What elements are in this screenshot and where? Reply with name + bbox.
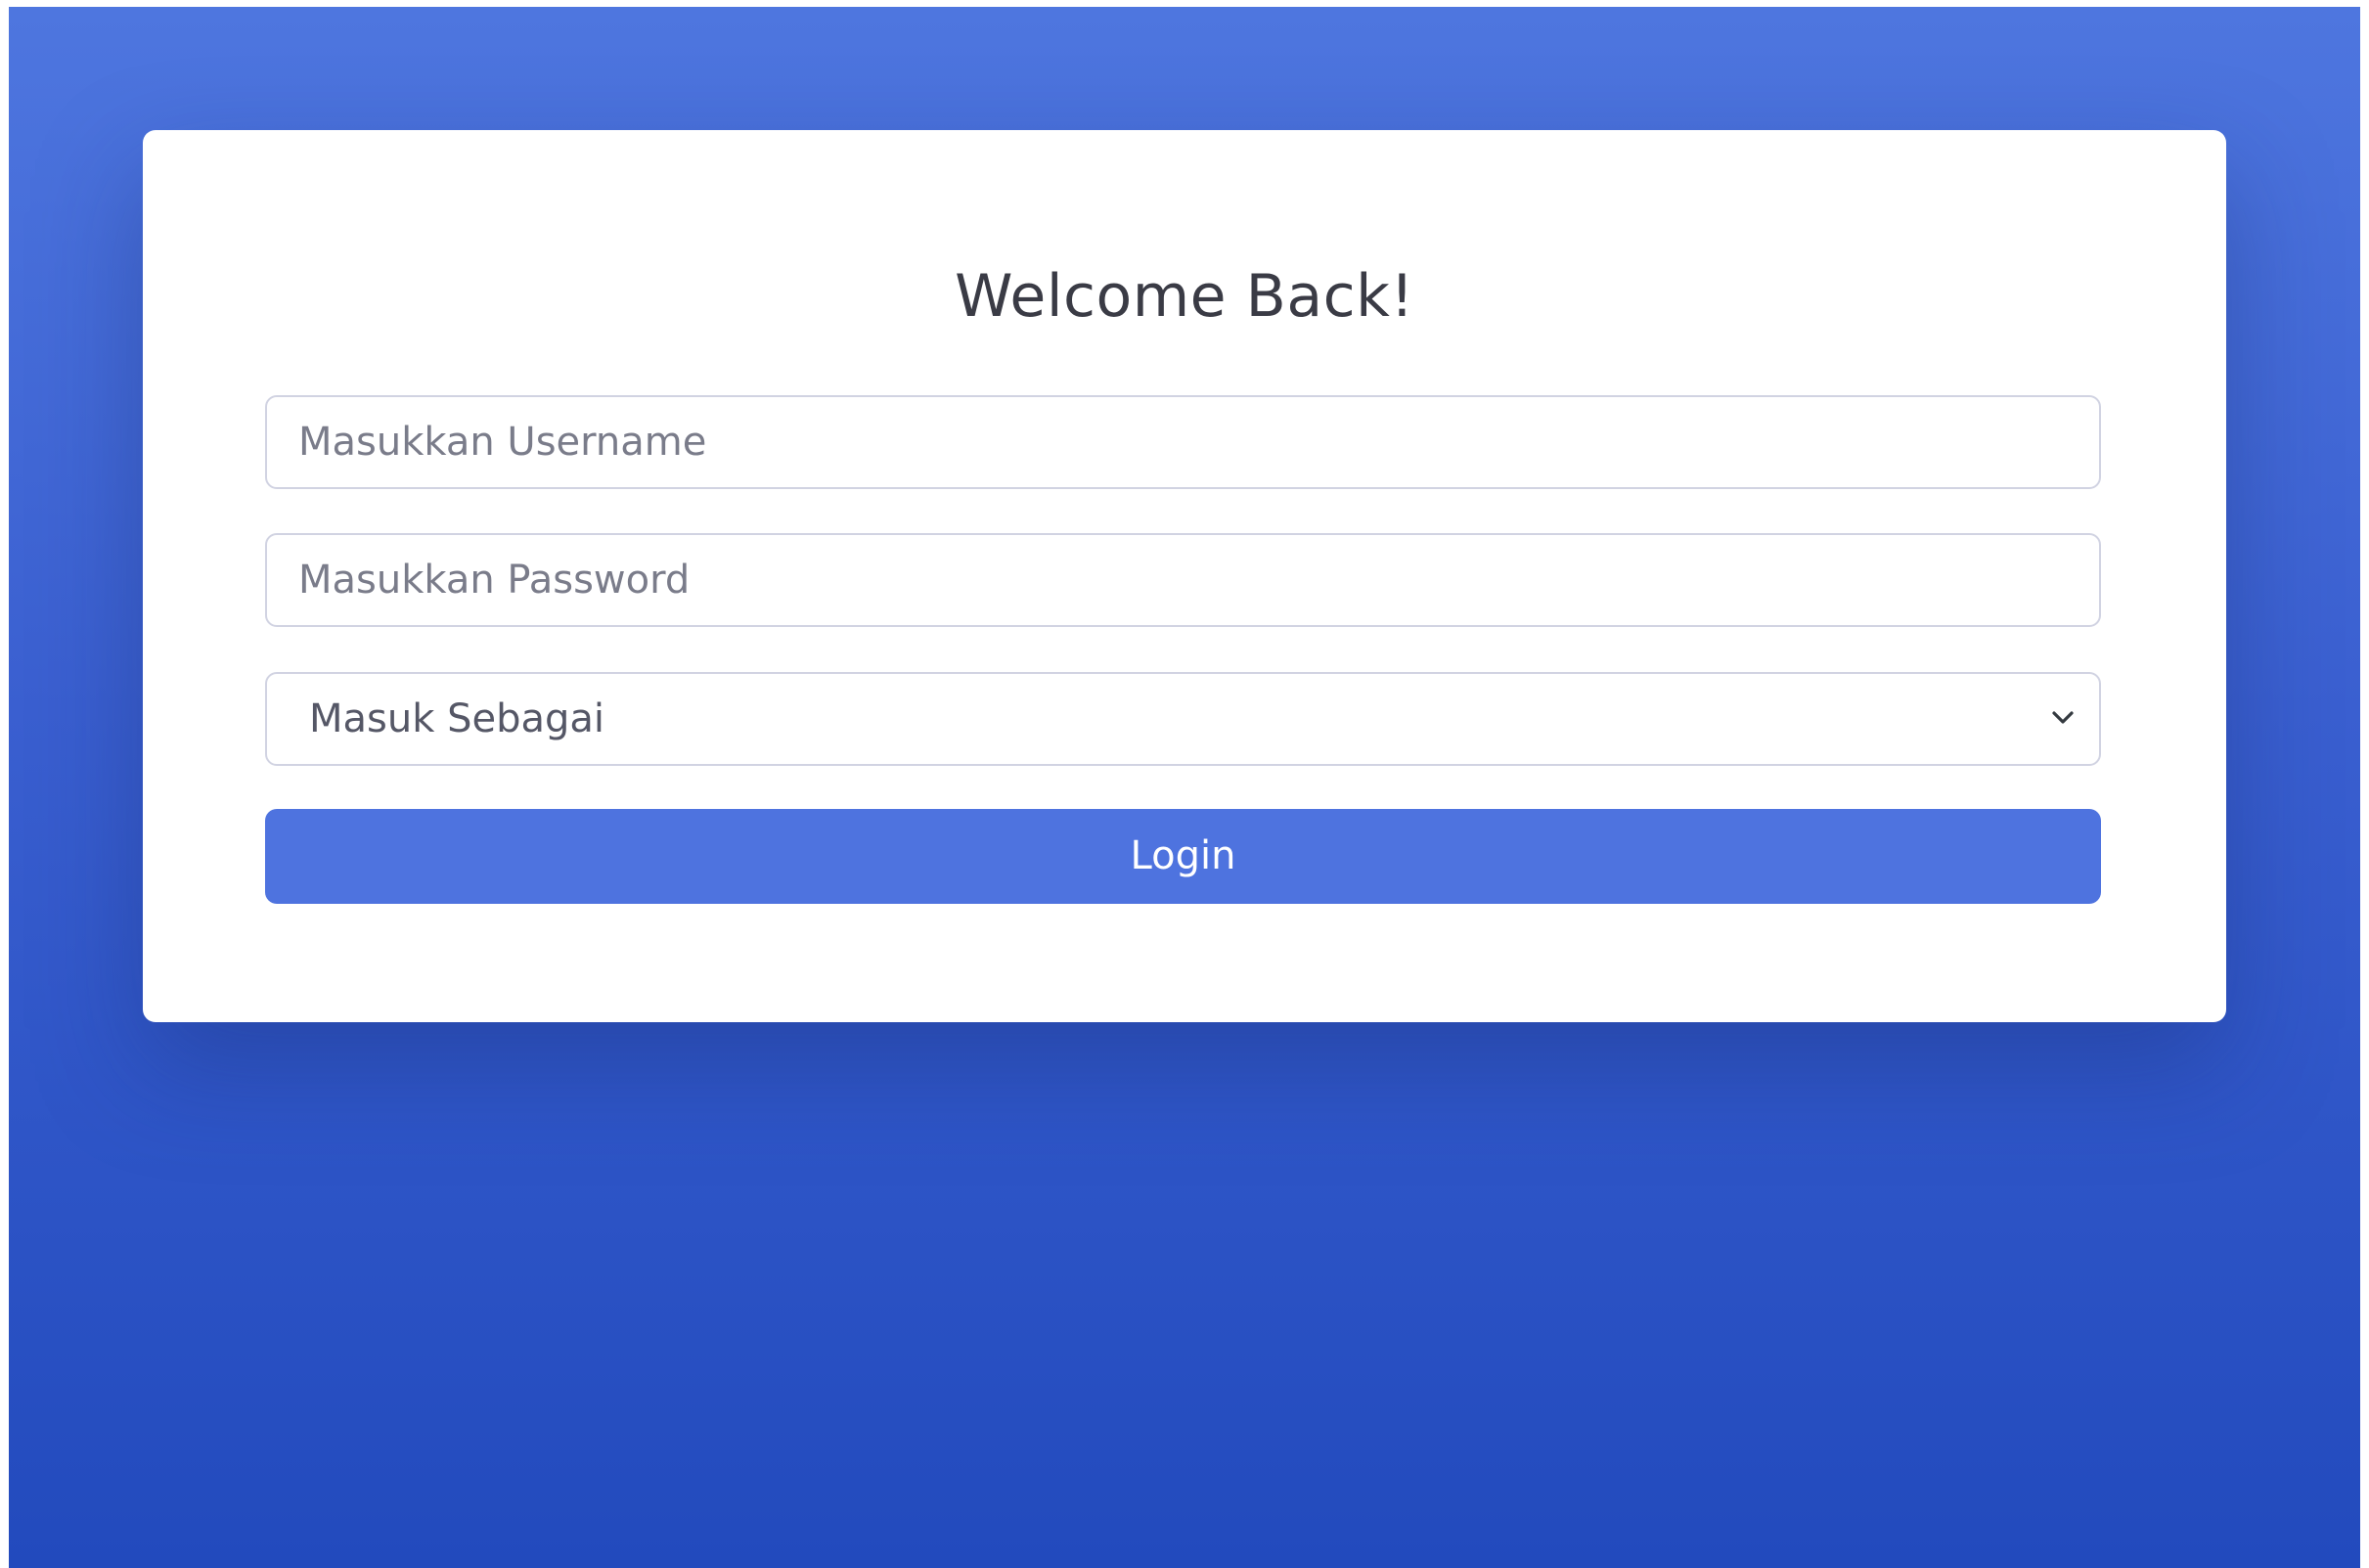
role-select-value: Masuk Sebagai xyxy=(309,696,605,741)
password-input[interactable] xyxy=(267,535,2099,625)
role-select[interactable]: Masuk Sebagai xyxy=(265,672,2101,766)
page-background: Welcome Back! Masuk Sebagai Login xyxy=(9,7,2360,1568)
chevron-down-icon xyxy=(2052,711,2074,724)
username-field[interactable] xyxy=(265,395,2101,489)
username-input[interactable] xyxy=(267,397,2099,487)
login-button[interactable]: Login xyxy=(265,809,2101,904)
password-field[interactable] xyxy=(265,533,2101,627)
page-title: Welcome Back! xyxy=(955,262,1414,331)
login-card: Welcome Back! Masuk Sebagai Login xyxy=(143,130,2226,1022)
